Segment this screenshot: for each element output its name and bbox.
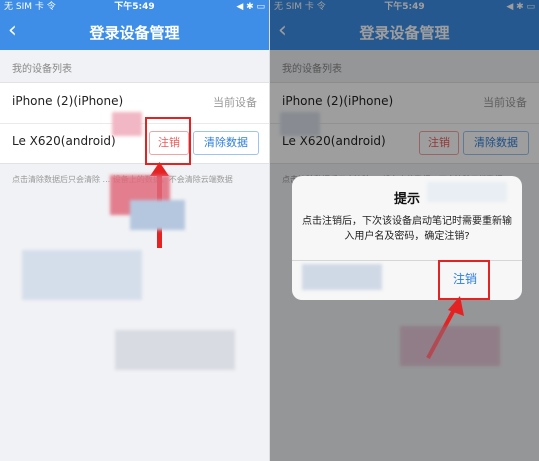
annotation-arrowhead-icon	[150, 162, 169, 176]
device-name: Le X620(android)	[12, 134, 116, 148]
right-screenshot: 无 SIM 卡 令 下午5:49 ◀ ✱ ▭ ‹ 登录设备管理 我的设备列表 i…	[270, 0, 539, 461]
blur-mosaic	[400, 326, 500, 366]
dialog-message: 点击注销后，下次该设备启动笔记时需要重新输入用户名及密码，确定注销?	[302, 216, 512, 242]
status-time: 下午5:49	[114, 2, 155, 12]
annotation-highlight-box	[145, 117, 191, 165]
device-name: iPhone (2)(iPhone)	[12, 94, 124, 108]
clear-data-button[interactable]: 清除数据	[193, 131, 259, 155]
blur-mosaic	[112, 112, 142, 136]
status-icons: ◀ ✱ ▭	[236, 2, 265, 12]
current-device-tag: 当前设备	[213, 96, 257, 109]
status-bar: 无 SIM 卡 令 下午5:49 ◀ ✱ ▭	[0, 0, 269, 14]
nav-bar: ‹ 登录设备管理	[0, 14, 269, 50]
blur-mosaic	[130, 200, 185, 230]
section-label: 我的设备列表	[12, 64, 72, 75]
blur-mosaic	[302, 264, 382, 290]
page-title: 登录设备管理	[89, 24, 180, 42]
blur-mosaic	[427, 182, 507, 202]
blur-mosaic	[22, 250, 142, 300]
left-screenshot: 无 SIM 卡 令 下午5:49 ◀ ✱ ▭ ‹ 登录设备管理 我的设备列表 i…	[0, 0, 269, 461]
blur-mosaic	[115, 330, 235, 370]
